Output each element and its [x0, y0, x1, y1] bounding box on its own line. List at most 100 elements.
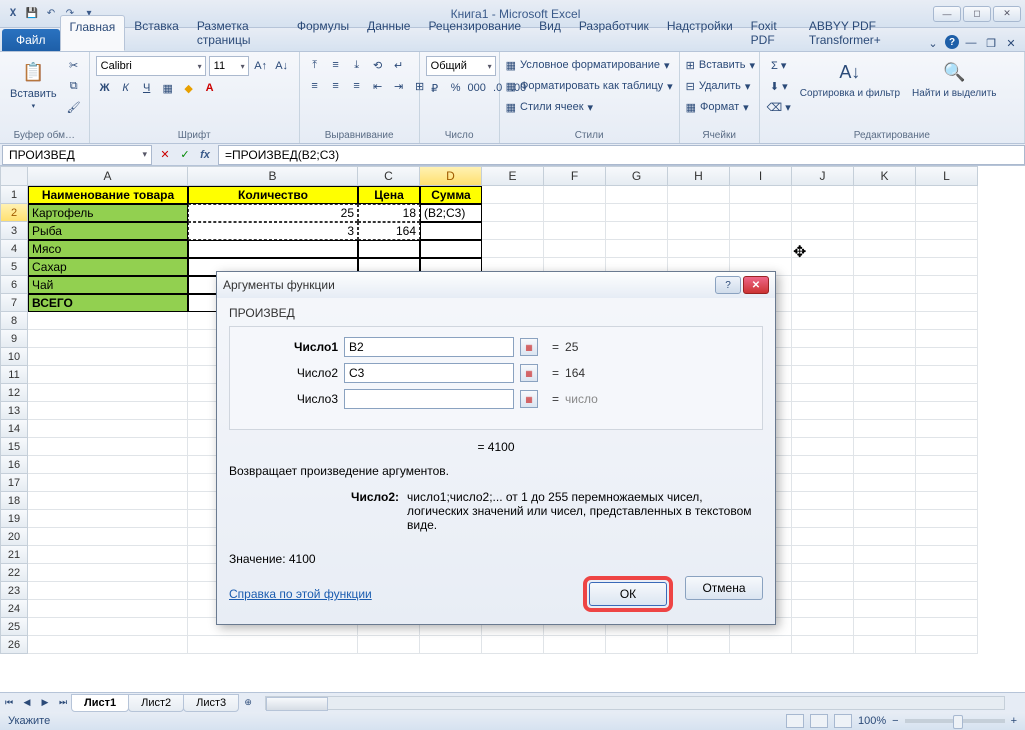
cell-K7[interactable]: [854, 294, 916, 312]
cell-A7[interactable]: ВСЕГО: [28, 294, 188, 312]
zoom-level[interactable]: 100%: [858, 715, 886, 727]
sheet-tab-Лист1[interactable]: Лист1: [71, 694, 129, 712]
cancel-formula-icon[interactable]: ✕: [156, 146, 174, 164]
new-sheet-icon[interactable]: ⊕: [239, 694, 257, 712]
cell-J9[interactable]: [792, 330, 854, 348]
ribbon-tab-надстройки[interactable]: Надстройки: [658, 15, 742, 51]
cell-J8[interactable]: [792, 312, 854, 330]
cell-A1[interactable]: Наименование товара: [28, 186, 188, 204]
cell-K4[interactable]: [854, 240, 916, 258]
cell-L2[interactable]: [916, 204, 978, 222]
row-header-11[interactable]: 11: [0, 366, 28, 384]
increase-indent-icon[interactable]: ⇥: [390, 77, 408, 95]
fx-icon[interactable]: fx: [196, 146, 214, 164]
sort-filter-button[interactable]: A↓ Сортировка и фильтр: [796, 56, 904, 128]
cell-I2[interactable]: [730, 204, 792, 222]
col-header-L[interactable]: L: [916, 166, 978, 186]
align-middle-icon[interactable]: ≡: [327, 56, 345, 74]
cell-F26[interactable]: [544, 636, 606, 654]
cell-L3[interactable]: [916, 222, 978, 240]
underline-icon[interactable]: Ч: [138, 79, 156, 97]
sheet-nav-prev-icon[interactable]: ◀: [18, 694, 36, 712]
cell-G1[interactable]: [606, 186, 668, 204]
col-header-F[interactable]: F: [544, 166, 606, 186]
cell-A13[interactable]: [28, 402, 188, 420]
col-header-E[interactable]: E: [482, 166, 544, 186]
cell-K16[interactable]: [854, 456, 916, 474]
undo-icon[interactable]: ↶: [42, 5, 60, 23]
cell-F3[interactable]: [544, 222, 606, 240]
cell-L24[interactable]: [916, 600, 978, 618]
cell-C26[interactable]: [358, 636, 420, 654]
row-header-10[interactable]: 10: [0, 348, 28, 366]
cell-styles-button[interactable]: ▦ Стили ячеек ▾: [506, 98, 673, 116]
copy-icon[interactable]: ⧉: [65, 77, 83, 95]
cell-J17[interactable]: [792, 474, 854, 492]
cell-L10[interactable]: [916, 348, 978, 366]
cell-A24[interactable]: [28, 600, 188, 618]
align-bottom-icon[interactable]: ⤓: [348, 56, 366, 74]
close-button[interactable]: ✕: [993, 6, 1021, 22]
cell-D3[interactable]: [420, 222, 482, 240]
cell-L11[interactable]: [916, 366, 978, 384]
cell-F1[interactable]: [544, 186, 606, 204]
cell-I4[interactable]: [730, 240, 792, 258]
row-header-16[interactable]: 16: [0, 456, 28, 474]
ribbon-tab-разработчик[interactable]: Разработчик: [570, 15, 658, 51]
autosum-icon[interactable]: Σ ▾: [766, 56, 792, 74]
minimize-ribbon-icon[interactable]: ⌄: [925, 35, 941, 51]
name-box[interactable]: ПРОИЗВЕД: [2, 145, 152, 165]
cell-K14[interactable]: [854, 420, 916, 438]
cell-K20[interactable]: [854, 528, 916, 546]
row-header-2[interactable]: 2: [0, 204, 28, 222]
help-icon[interactable]: ?: [945, 35, 959, 49]
select-all-button[interactable]: [0, 166, 28, 186]
cell-J24[interactable]: [792, 600, 854, 618]
cell-L19[interactable]: [916, 510, 978, 528]
cell-A6[interactable]: Чай: [28, 276, 188, 294]
cell-I1[interactable]: [730, 186, 792, 204]
bold-icon[interactable]: Ж: [96, 79, 114, 97]
ribbon-tab-главная[interactable]: Главная: [60, 15, 126, 51]
cell-L16[interactable]: [916, 456, 978, 474]
cell-A4[interactable]: Мясо: [28, 240, 188, 258]
doc-minimize-icon[interactable]: —: [963, 35, 979, 51]
cell-J13[interactable]: [792, 402, 854, 420]
comma-icon[interactable]: 000: [468, 79, 486, 97]
cell-J16[interactable]: [792, 456, 854, 474]
cell-K23[interactable]: [854, 582, 916, 600]
cell-A3[interactable]: Рыба: [28, 222, 188, 240]
cell-L15[interactable]: [916, 438, 978, 456]
cell-D1[interactable]: Сумма: [420, 186, 482, 204]
align-left-icon[interactable]: ≡: [306, 77, 324, 95]
cell-C2[interactable]: 18: [358, 204, 420, 222]
cell-J2[interactable]: [792, 204, 854, 222]
cell-L7[interactable]: [916, 294, 978, 312]
cell-H2[interactable]: [668, 204, 730, 222]
zoom-slider[interactable]: [905, 719, 1005, 723]
collapse-dialog-icon[interactable]: ▦: [520, 338, 538, 356]
col-header-K[interactable]: K: [854, 166, 916, 186]
col-header-I[interactable]: I: [730, 166, 792, 186]
row-header-4[interactable]: 4: [0, 240, 28, 258]
cell-J21[interactable]: [792, 546, 854, 564]
file-tab[interactable]: Файл: [2, 29, 60, 51]
row-header-5[interactable]: 5: [0, 258, 28, 276]
cell-J10[interactable]: [792, 348, 854, 366]
cell-L18[interactable]: [916, 492, 978, 510]
cell-G3[interactable]: [606, 222, 668, 240]
doc-restore-icon[interactable]: ❐: [983, 35, 999, 51]
align-center-icon[interactable]: ≡: [327, 77, 345, 95]
page-break-view-icon[interactable]: [834, 714, 852, 728]
cell-J23[interactable]: [792, 582, 854, 600]
cell-A8[interactable]: [28, 312, 188, 330]
row-header-1[interactable]: 1: [0, 186, 28, 204]
row-header-25[interactable]: 25: [0, 618, 28, 636]
cell-J20[interactable]: [792, 528, 854, 546]
cell-J14[interactable]: [792, 420, 854, 438]
cell-J1[interactable]: [792, 186, 854, 204]
cell-F2[interactable]: [544, 204, 606, 222]
cell-L6[interactable]: [916, 276, 978, 294]
cell-J7[interactable]: [792, 294, 854, 312]
row-header-26[interactable]: 26: [0, 636, 28, 654]
